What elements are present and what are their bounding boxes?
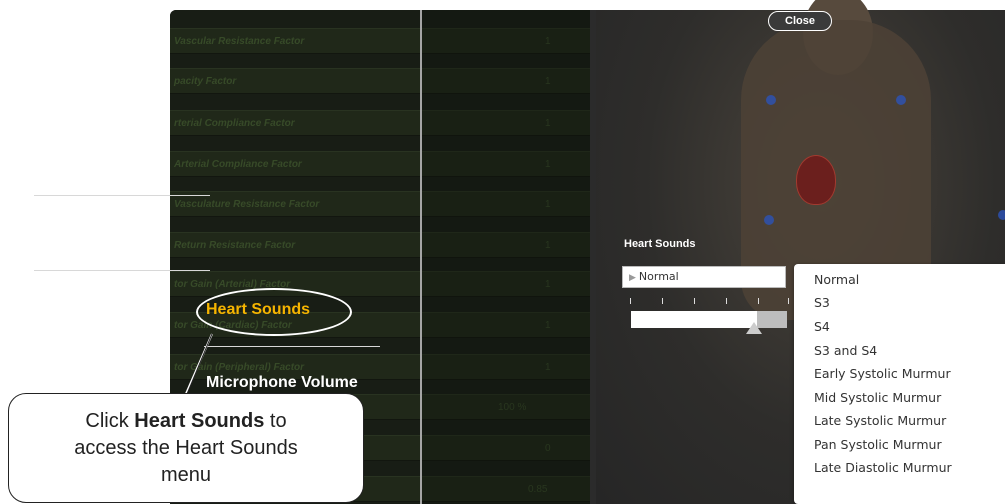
- auscultation-point-icon[interactable]: [764, 215, 774, 225]
- option-late-diastolic-murmur[interactable]: Late Diastolic Murmur: [814, 460, 952, 475]
- dropdown-arrow-icon: ▶: [629, 273, 636, 283]
- heart-icon: [796, 155, 836, 205]
- auscultation-point-icon[interactable]: [998, 210, 1005, 220]
- heart-sound-select[interactable]: ▶ Normal: [622, 266, 786, 288]
- option-s3[interactable]: S3: [814, 295, 830, 310]
- callout-line-3: menu: [160, 464, 212, 486]
- menu-item-breath-sounds[interactable]: Breath Sounds: [36, 224, 150, 242]
- menu-divider: [34, 270, 210, 271]
- selected-sound: Normal: [638, 270, 679, 283]
- option-pan-systolic-murmur[interactable]: Pan Systolic Murmur: [814, 437, 942, 452]
- close-button[interactable]: Close: [768, 11, 832, 31]
- auscultation-point-icon[interactable]: [766, 95, 776, 105]
- menu-item-bowel-sounds[interactable]: Bowel Sounds: [36, 149, 146, 167]
- option-s3-and-s4[interactable]: S3 and S4: [814, 343, 877, 358]
- auscultation-point-icon[interactable]: [896, 95, 906, 105]
- volume-ticks: [630, 298, 790, 306]
- heart-sounds-options-menu: Normal S3 S4 S3 and S4 Early Systolic Mu…: [794, 264, 1005, 504]
- option-mid-systolic-murmur[interactable]: Mid Systolic Murmur: [814, 390, 941, 405]
- option-early-systolic-murmur[interactable]: Early Systolic Murmur: [814, 366, 951, 381]
- option-late-systolic-murmur[interactable]: Late Systolic Murmur: [814, 413, 946, 428]
- callout-line-2: access the Heart Sounds: [74, 437, 298, 459]
- menu-item-microphone-volume[interactable]: Microphone Volume: [206, 374, 358, 392]
- callout-box: Click Heart Sounds to access the Heart S…: [8, 393, 364, 503]
- menu-divider: [204, 346, 380, 347]
- menu-divider: [34, 195, 210, 196]
- callout-line-1: Click Heart Sounds to: [85, 410, 287, 432]
- option-normal[interactable]: Normal: [814, 272, 859, 287]
- callout-highlight: [196, 288, 352, 336]
- heart-sounds-label: Heart Sounds: [624, 238, 696, 250]
- slider-thumb-icon[interactable]: [746, 322, 762, 334]
- option-s4[interactable]: S4: [814, 319, 830, 334]
